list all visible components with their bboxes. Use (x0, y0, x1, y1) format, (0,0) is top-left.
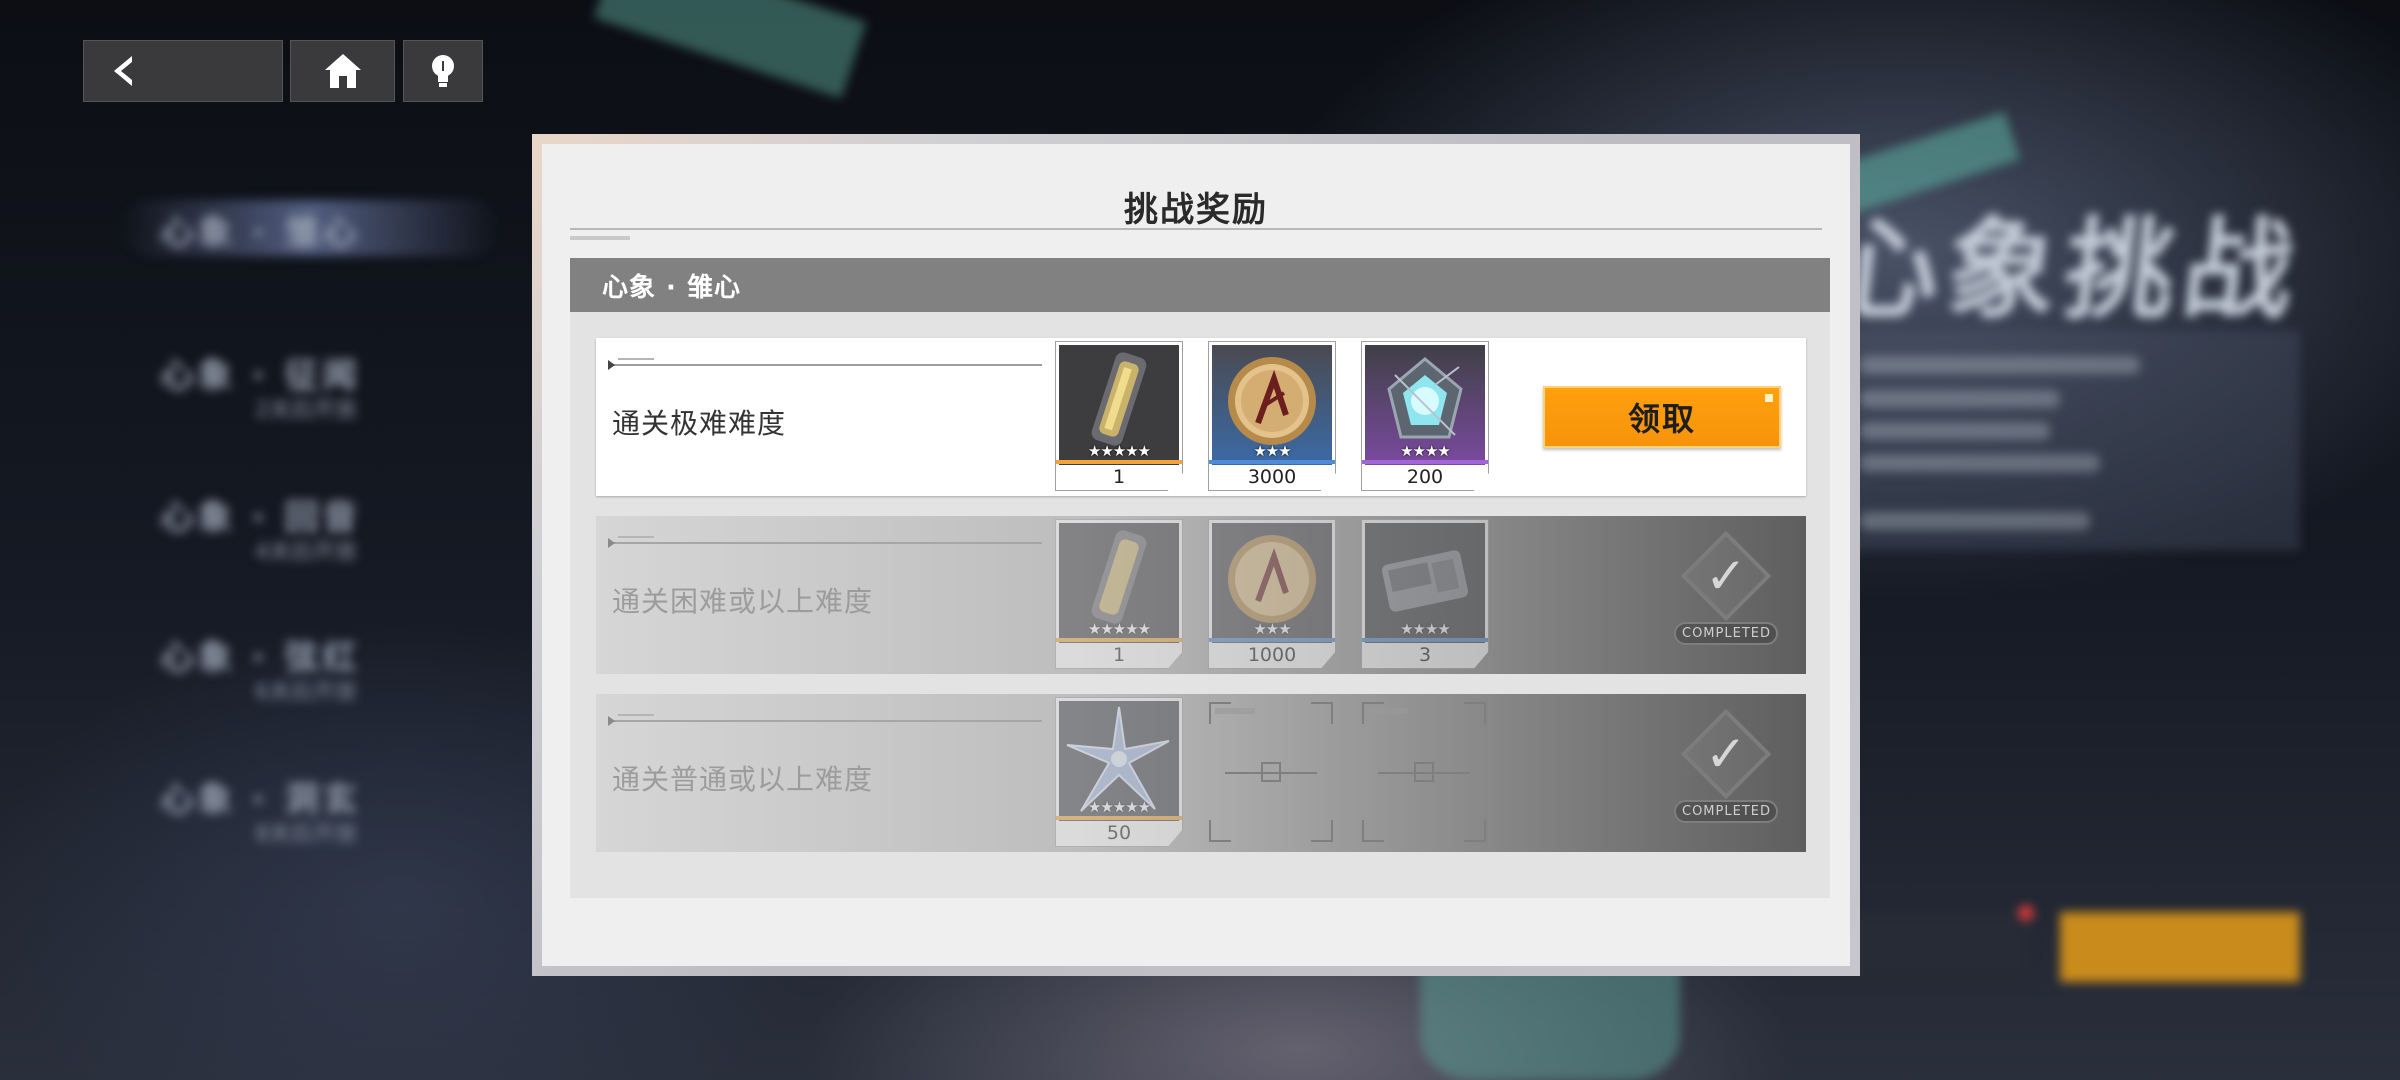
page-title: 心象挑战 (1822, 206, 2308, 334)
reward-quantity: 1 (1112, 466, 1126, 488)
reward-item[interactable]: ★★★★★ 1 (1055, 519, 1183, 669)
notification-dot (2018, 905, 2034, 921)
rarity-bar (1056, 638, 1182, 642)
description-line (1860, 454, 2100, 472)
description-line (1860, 422, 2050, 440)
reward-quantity: 1000 (1247, 644, 1297, 666)
sidebar-item-sub: 4关后开放 (255, 540, 357, 565)
sidebar-item-sub: 6关后开放 (255, 680, 357, 705)
rarity-stars: ★★★ (1253, 442, 1291, 460)
reward-dialog: 挑战奖励 心象 · 雏心 通关极难难度 ★★★★★ 1 ★★★ 3000 ★★★… (542, 144, 1850, 966)
reward-quantity: 3000 (1247, 466, 1297, 488)
tips-button[interactable] (403, 40, 483, 102)
reward-item[interactable]: ★★★ 3000 (1208, 341, 1336, 491)
rarity-bar (1056, 816, 1182, 820)
section-header: 心象 · 雏心 (570, 258, 1830, 312)
background-decoration (594, 0, 866, 99)
checkmark-icon: ✓ (1680, 708, 1772, 800)
rarity-stars: ★★★ (1253, 620, 1291, 638)
reward-item[interactable]: ★★★★★ 1 (1055, 341, 1183, 491)
completed-label: COMPLETED (1674, 622, 1778, 645)
rarity-stars: ★★★★★ (1087, 798, 1151, 816)
empty-reward-slot (1209, 702, 1333, 842)
row-marker (608, 714, 1042, 726)
row-condition-label: 通关困难或以上难度 (612, 585, 874, 618)
completed-badge: ✓ COMPLETED (1674, 708, 1778, 823)
checkmark-icon: ✓ (1680, 530, 1772, 622)
rarity-stars: ★★★★ (1400, 620, 1451, 638)
reward-row: 通关普通或以上难度 ★★★★★ 50 ✓ COMPLETED (596, 694, 1806, 852)
sidebar-item: 心象 · 雏心 (160, 213, 361, 253)
reward-row: 通关极难难度 ★★★★★ 1 ★★★ 3000 ★★★★ 200 领取 (596, 338, 1806, 496)
divider-accent (570, 236, 630, 240)
reward-item[interactable]: ★★★ 1000 (1208, 519, 1336, 669)
rarity-bar (1209, 638, 1335, 642)
reward-section: 心象 · 雏心 通关极难难度 ★★★★★ 1 ★★★ 3000 ★★★★ 200… (570, 258, 1830, 898)
empty-reward-slot (1362, 702, 1486, 842)
description-line (1860, 356, 2140, 374)
lightbulb-icon (432, 55, 454, 87)
description-line (1860, 512, 2090, 530)
reward-quantity: 50 (1106, 822, 1132, 844)
rarity-stars: ★★★★ (1400, 442, 1451, 460)
sidebar-item: 心象 · 弦红 (160, 638, 361, 678)
reward-item[interactable]: ★★★★ 200 (1361, 341, 1489, 491)
sidebar-item: 心象 · 回音 (160, 498, 361, 538)
sidebar-item: 心象 · 洞玄 (160, 780, 361, 820)
back-button[interactable] (83, 40, 283, 102)
reward-quantity: 3 (1418, 644, 1432, 666)
background-button (2060, 912, 2300, 982)
row-condition-label: 通关普通或以上难度 (612, 763, 874, 796)
reward-item[interactable]: ★★★★ 3 (1361, 519, 1489, 669)
rarity-bar (1209, 460, 1335, 464)
rarity-bar (1362, 460, 1488, 464)
reward-item[interactable]: ★★★★★ 50 (1055, 697, 1183, 847)
description-line (1860, 390, 2060, 408)
home-icon (324, 54, 361, 88)
row-condition-label: 通关极难难度 (612, 407, 787, 440)
rarity-bar (1362, 638, 1488, 642)
sidebar-item-sub: 2关后开放 (255, 398, 357, 423)
divider (570, 228, 1822, 230)
completed-label: COMPLETED (1674, 800, 1778, 823)
home-button[interactable] (290, 40, 395, 102)
reward-row: 通关困难或以上难度 ★★★★★ 1 ★★★ 1000 ★★★★ 3 ✓ COMP… (596, 516, 1806, 674)
reward-dialog-frame: 挑战奖励 心象 · 雏心 通关极难难度 ★★★★★ 1 ★★★ 3000 ★★★… (532, 134, 1860, 976)
sidebar-item: 心象 · 征闻 (160, 356, 361, 396)
reward-quantity: 200 (1406, 466, 1444, 488)
claim-button[interactable]: 领取 (1543, 386, 1781, 448)
dialog-title: 挑战奖励 (1124, 190, 1268, 230)
rarity-stars: ★★★★★ (1087, 620, 1151, 638)
completed-badge: ✓ COMPLETED (1674, 530, 1778, 645)
row-marker (608, 358, 1042, 370)
rarity-stars: ★★★★★ (1087, 442, 1151, 460)
sidebar-item-sub: 8关后开放 (255, 822, 357, 847)
row-marker (608, 536, 1042, 548)
reward-quantity: 1 (1112, 644, 1126, 666)
rarity-bar (1056, 460, 1182, 464)
back-arrow-icon (114, 56, 132, 86)
